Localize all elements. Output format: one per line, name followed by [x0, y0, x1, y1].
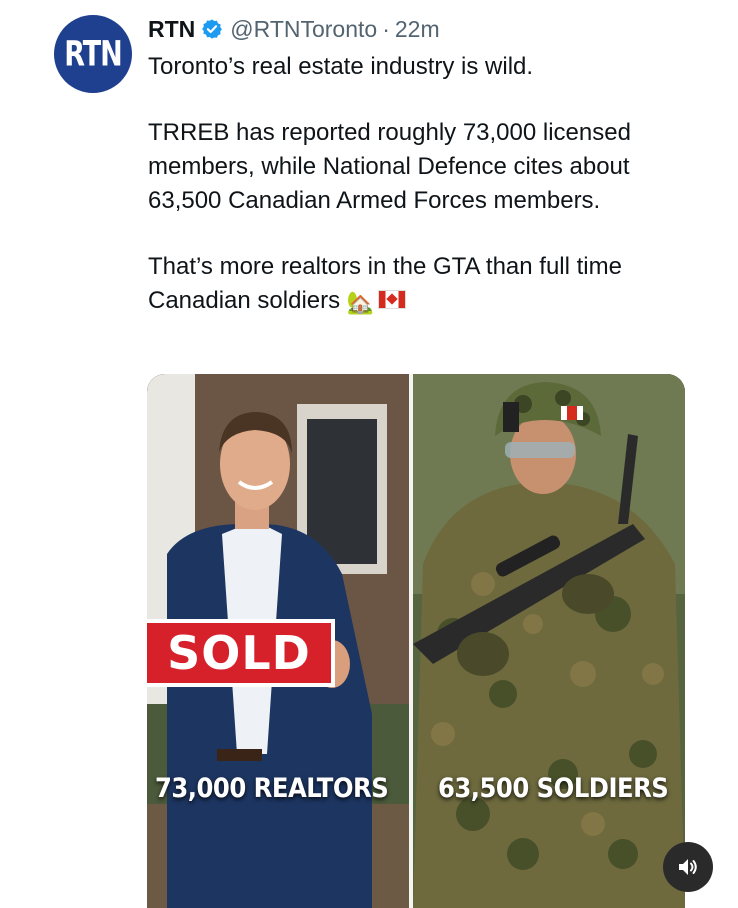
- author-handle[interactable]: @RTNToronto: [230, 16, 377, 43]
- house-emoji: 🏡: [346, 290, 375, 315]
- tweet-timestamp[interactable]: 22m: [395, 16, 440, 43]
- tweet-text: Toronto’s real estate industry is wild. …: [148, 50, 708, 320]
- sold-sign-text: SOLD: [167, 626, 311, 680]
- speaker-icon: [679, 859, 697, 875]
- header-separator: ·: [382, 15, 390, 42]
- soldiers-caption: 63,500 SOLDIERS: [438, 773, 669, 804]
- realtors-caption: 73,000 REALTORS: [155, 773, 389, 804]
- soldier-illustration: [413, 374, 685, 908]
- tweet-paragraph: That’s more realtors in the GTA than ful…: [148, 250, 708, 320]
- realtor-photo-panel: SOLD 73,000 REALTORS: [147, 374, 409, 908]
- avatar-logo-text: RTN: [64, 33, 122, 75]
- tweet-paragraph: Toronto’s real estate industry is wild.: [148, 53, 534, 80]
- verified-badge-icon: [202, 19, 223, 39]
- tweet-media-image[interactable]: SOLD 73,000 REALTORS 63,500 SOLDIERS: [147, 374, 685, 908]
- tweet-paragraph: TRREB has reported roughly 73,000 licens…: [148, 119, 631, 214]
- sound-toggle-button[interactable]: [663, 842, 713, 892]
- avatar[interactable]: RTN: [54, 15, 132, 93]
- author-name[interactable]: RTN: [148, 16, 195, 43]
- canada-flag-icon: [378, 290, 407, 309]
- sold-sign: SOLD: [147, 619, 335, 687]
- soldier-photo-panel: 63,500 SOLDIERS: [413, 374, 685, 908]
- tweet-header: RTN @RTNToronto · 22m: [148, 14, 440, 44]
